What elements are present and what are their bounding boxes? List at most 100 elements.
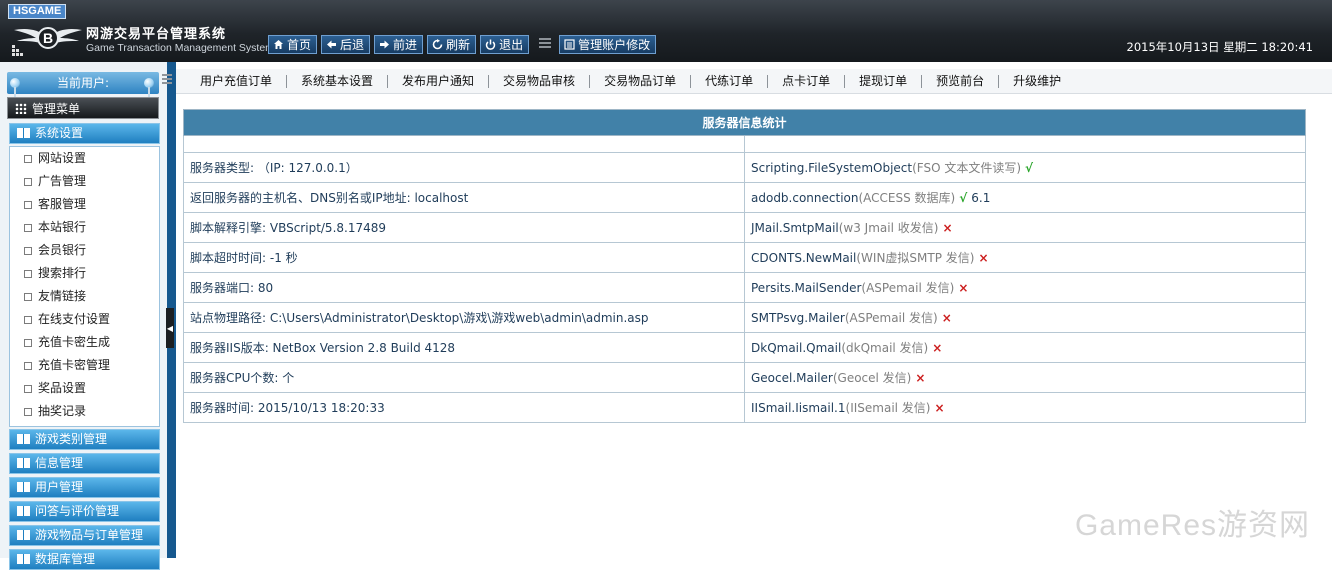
sidebar-item-lottery-records[interactable]: 抽奖记录 [24,402,86,420]
sidebar-item-member-bank[interactable]: 会员银行 [24,241,86,259]
book-icon [17,434,30,444]
sidebar-item-online-payment[interactable]: 在线支付设置 [24,310,110,328]
table-row: 返回服务器的主机名、DNS别名或IP地址: localhost adodb.con… [183,182,1306,213]
component-status: SMTPsvg.Mailer(ASPemail 发信) × [744,302,1306,333]
subnav-item-review[interactable]: 交易物品审核 [489,74,591,88]
server-property: 脚本超时时间: -1 秒 [183,242,745,273]
sidebar-item-label: 客服管理 [38,197,87,211]
square-bullet-icon [24,339,32,347]
subnav-item-orders[interactable]: 交易物品订单 [590,74,692,88]
subnav-boost-orders[interactable]: 代练订单 [691,74,769,88]
category-users[interactable]: 用户管理 [9,477,160,498]
forward-button-label: 前进 [393,38,418,52]
menu-title: 管理菜单 [32,102,81,116]
category-label: 用户管理 [35,480,84,494]
subnav-recharge-orders[interactable]: 用户充值订单 [186,74,288,88]
sidebar: 当前用户: 管理菜单 系统设置 网站设置 广告管理 客服管理 本站银行 会员银行… [0,62,167,570]
current-datetime: 2015年10月13日 星期二 18:20:41 [1126,40,1314,54]
component-status: Scripting.FileSystemObject(FSO 文本文件读写) √ [744,152,1306,183]
logout-button-label: 退出 [499,38,524,52]
toolbar-grip-icon [539,38,552,50]
sidebar-item-site-bank[interactable]: 本站银行 [24,218,86,236]
category-label: 问答与评价管理 [35,504,120,518]
component-status: IISmail.Iismail.1(IISemail 发信) × [744,392,1306,423]
square-bullet-icon [24,385,32,393]
winged-logo-icon: B [14,27,82,49]
sidebar-item-label: 网站设置 [38,151,87,165]
component-name: adodb.connection [751,191,859,205]
component-status: CDONTS.NewMail(WIN虚拟SMTP 发信) × [744,242,1306,273]
subnav-card-orders[interactable]: 点卡订单 [768,74,846,88]
server-property: 服务器时间: 2015/10/13 18:20:33 [183,392,745,423]
category-game-types[interactable]: 游戏类别管理 [9,429,160,450]
cross-icon: × [941,311,952,325]
pin-icon [144,78,154,97]
quick-nav-bar: 用户充值订单 系统基本设置 发布用户通知 交易物品审核 交易物品订单 代练订单 … [176,69,1332,94]
component-name: SMTPsvg.Mailer [751,311,845,325]
subnav-publish-notice[interactable]: 发布用户通知 [388,74,490,88]
sidebar-item-label: 抽奖记录 [38,404,87,418]
brand-tag: HSGAME [8,4,67,19]
book-icon [17,506,30,516]
account-settings-button[interactable]: 管理账户修改 [559,35,657,54]
sidebar-item-label: 奖品设置 [38,381,87,395]
account-icon [563,38,576,51]
category-system-settings[interactable]: 系统设置 [9,123,160,144]
watermark: GameRes游资网 [1074,509,1310,542]
subnav-basic-settings[interactable]: 系统基本设置 [287,74,389,88]
logout-button[interactable]: 退出 [480,35,530,54]
pin-icon [10,78,20,97]
category-qa-reviews[interactable]: 问答与评价管理 [9,501,160,522]
table-row: 服务器IIS版本: NetBox Version 2.8 Build 4128 D… [183,332,1306,363]
arrow-right-icon [378,38,391,51]
component-desc: (WIN虚拟SMTP 发信) [856,251,975,265]
sidebar-item-label: 充值卡密管理 [38,358,111,372]
refresh-button[interactable]: 刷新 [427,35,477,54]
check-icon: √ [959,191,968,205]
component-name: DkQmail.Qmail [751,341,842,355]
sidebar-item-label: 搜索排行 [38,266,87,280]
forward-button[interactable]: 前进 [374,35,424,54]
subnav-preview-site[interactable]: 预览前台 [922,74,1000,88]
home-button[interactable]: 首页 [268,35,318,54]
subnav-upgrade[interactable]: 升级维护 [999,74,1075,88]
spacer-row [183,135,1306,153]
cross-icon: × [958,281,969,295]
subnav-withdraw-orders[interactable]: 提现订单 [845,74,923,88]
cross-icon: × [915,371,926,385]
server-info-table: 服务器信息统计 服务器类型: （IP: 127.0.0.1） Scripting.… [183,109,1306,423]
system-settings-submenu: 网站设置 广告管理 客服管理 本站银行 会员银行 搜索排行 友情链接 在线支付设… [9,146,160,427]
sidebar-item-site-settings[interactable]: 网站设置 [24,149,86,167]
book-icon [17,554,30,564]
table-row: 服务器时间: 2015/10/13 18:20:33 IISmail.Iismai… [183,392,1306,423]
collapse-sidebar-handle[interactable]: ◀ [166,308,174,348]
refresh-icon [431,38,444,51]
server-property: 脚本解释引擎: VBScript/5.8.17489 [183,212,745,243]
category-label: 信息管理 [35,456,84,470]
server-property: 服务器类型: （IP: 127.0.0.1） [183,152,745,183]
component-desc: (ACCESS 数据库) [858,191,956,205]
sidebar-item-customer-service[interactable]: 客服管理 [24,195,86,213]
sidebar-item-card-manage[interactable]: 充值卡密管理 [24,356,110,374]
sidebar-item-friend-links[interactable]: 友情链接 [24,287,86,305]
category-label: 游戏类别管理 [35,432,108,446]
sidebar-item-prize-settings[interactable]: 奖品设置 [24,379,86,397]
category-database[interactable]: 数据库管理 [9,549,160,570]
home-icon [272,38,285,51]
account-settings-label: 管理账户修改 [578,38,651,52]
component-status: JMail.SmtpMail(w3 Jmail 收发信) × [744,212,1306,243]
component-status: Geocel.Mailer(Geocel 发信) × [744,362,1306,393]
component-name: CDONTS.NewMail [751,251,857,265]
back-button[interactable]: 后退 [321,35,371,54]
component-desc: (IISemail 发信) [845,401,931,415]
square-bullet-icon [24,247,32,255]
component-desc: (w3 Jmail 收发信) [838,221,939,235]
category-items-orders[interactable]: 游戏物品与订单管理 [9,525,160,546]
sidebar-item-ad-management[interactable]: 广告管理 [24,172,86,190]
category-info[interactable]: 信息管理 [9,453,160,474]
sidebar-item-label: 本站银行 [38,220,87,234]
component-version: 6.1 [971,191,991,205]
component-desc: (Geocel 发信) [832,371,912,385]
sidebar-item-search-ranking[interactable]: 搜索排行 [24,264,86,282]
sidebar-item-card-generate[interactable]: 充值卡密生成 [24,333,110,351]
